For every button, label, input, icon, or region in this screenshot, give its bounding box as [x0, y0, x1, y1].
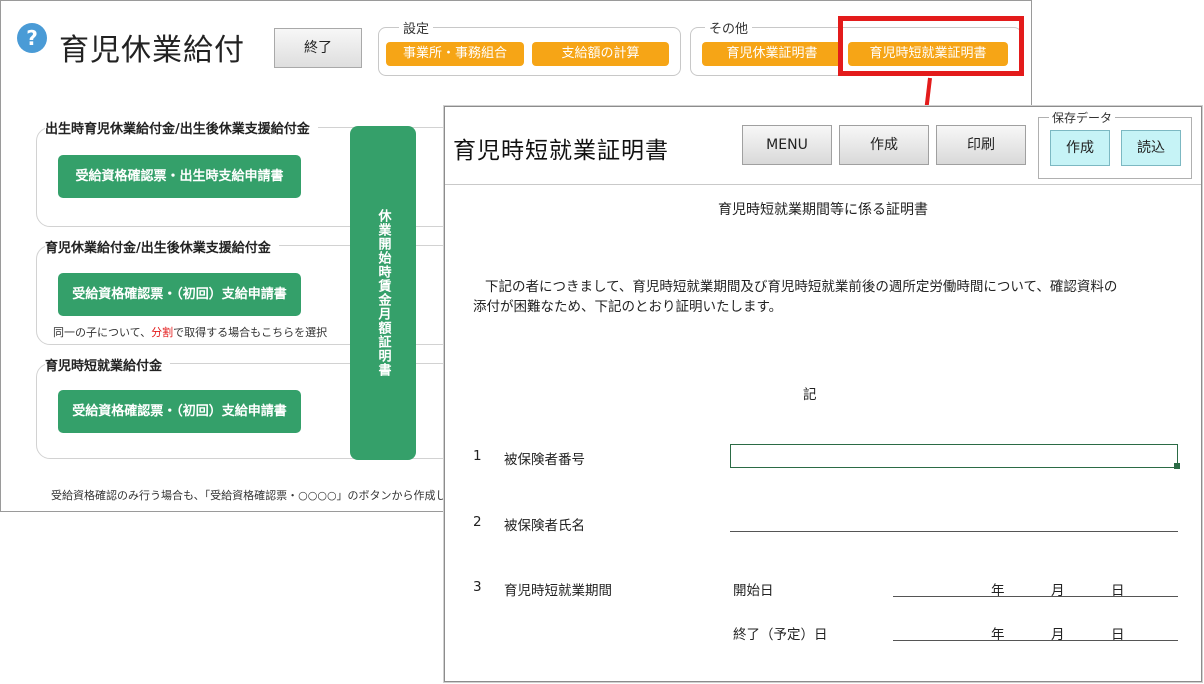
childcare-leave-certificate-button[interactable]: 育児休業証明書	[702, 42, 842, 66]
section-heading-short-time: 育児時短就業給付金	[45, 355, 171, 374]
short-time-period-label: 育児時短就業期間	[504, 583, 612, 599]
footer-note: 受給資格確認のみ行う場合も、「受給資格確認票・○○○○」のボタンから作成してくだ	[51, 489, 479, 502]
menu-button[interactable]: MENU	[742, 125, 832, 165]
section-heading-childcare-leave: 育児休業給付金/出生後休業支援給付金	[45, 237, 279, 256]
end-date-label: 終了（予定）日	[733, 627, 828, 643]
header-divider	[445, 184, 1201, 185]
birth-leave-application-button[interactable]: 受給資格確認票・出生時支給申請書	[58, 155, 301, 198]
item-number-3: 3	[473, 579, 482, 595]
insured-number-label: 被保険者番号	[504, 452, 585, 468]
certificate-window-title: 育児時短就業証明書	[453, 138, 669, 164]
split-note-highlight: 分割	[151, 326, 174, 339]
settings-group-label: 設定	[399, 18, 434, 37]
split-note-prefix: 同一の子について、	[53, 326, 152, 339]
split-note-suffix: で取得する場合もこちらを選択	[173, 326, 328, 339]
intro-text-line2: 添付が困難なため、下記のとおり証明いたします。	[473, 299, 783, 315]
start-date-line[interactable]	[893, 596, 1178, 597]
item-number-1: 1	[473, 448, 482, 464]
short-time-application-button[interactable]: 受給資格確認票・（初回）支給申請書	[58, 390, 301, 433]
help-icon[interactable]: ?	[17, 23, 47, 53]
office-association-button[interactable]: 事業所・事務組合	[386, 42, 524, 66]
insured-name-input[interactable]	[733, 511, 1173, 529]
highlight-box	[838, 16, 1024, 76]
intro-text-line1: 下記の者につきまして、育児時短就業期間及び育児時短就業前後の週所定労働時間につい…	[485, 279, 1118, 295]
wage-certificate-button[interactable]: 休業開始時賃金月額証明書	[350, 126, 416, 460]
ki-heading: 記	[803, 387, 817, 403]
end-date-line[interactable]	[893, 640, 1178, 641]
childcare-leave-application-button[interactable]: 受給資格確認票・（初回）支給申請書	[58, 273, 301, 316]
exit-button[interactable]: 終了	[274, 28, 362, 68]
benefit-calculation-button[interactable]: 支給額の計算	[532, 42, 669, 66]
main-menu-title: 育児休業給付	[59, 33, 245, 68]
insured-name-line	[730, 531, 1178, 532]
save-data-load-button[interactable]: 読込	[1121, 130, 1181, 166]
split-note: 同一の子について、分割で取得する場合もこちらを選択	[53, 324, 327, 340]
section-heading-birth-leave: 出生時育児休業給付金/出生後休業支援給付金	[45, 118, 318, 137]
create-button[interactable]: 作成	[839, 125, 929, 165]
start-date-label: 開始日	[733, 583, 774, 599]
other-group-label: その他	[705, 18, 753, 37]
insured-name-label: 被保険者氏名	[504, 518, 585, 534]
cell-fill-handle[interactable]	[1174, 463, 1180, 469]
print-button[interactable]: 印刷	[936, 125, 1026, 165]
save-data-create-button[interactable]: 作成	[1050, 130, 1110, 166]
certificate-window: 育児時短就業証明書 MENU 作成 印刷 保存データ 作成 読込 育児時短就業期…	[444, 106, 1202, 682]
insured-number-input[interactable]	[730, 444, 1178, 468]
save-data-label: 保存データ	[1049, 109, 1116, 126]
wage-certificate-label: 休業開始時賃金月額証明書	[375, 209, 391, 377]
document-title: 育児時短就業期間等に係る証明書	[718, 202, 928, 218]
item-number-2: 2	[473, 514, 482, 530]
